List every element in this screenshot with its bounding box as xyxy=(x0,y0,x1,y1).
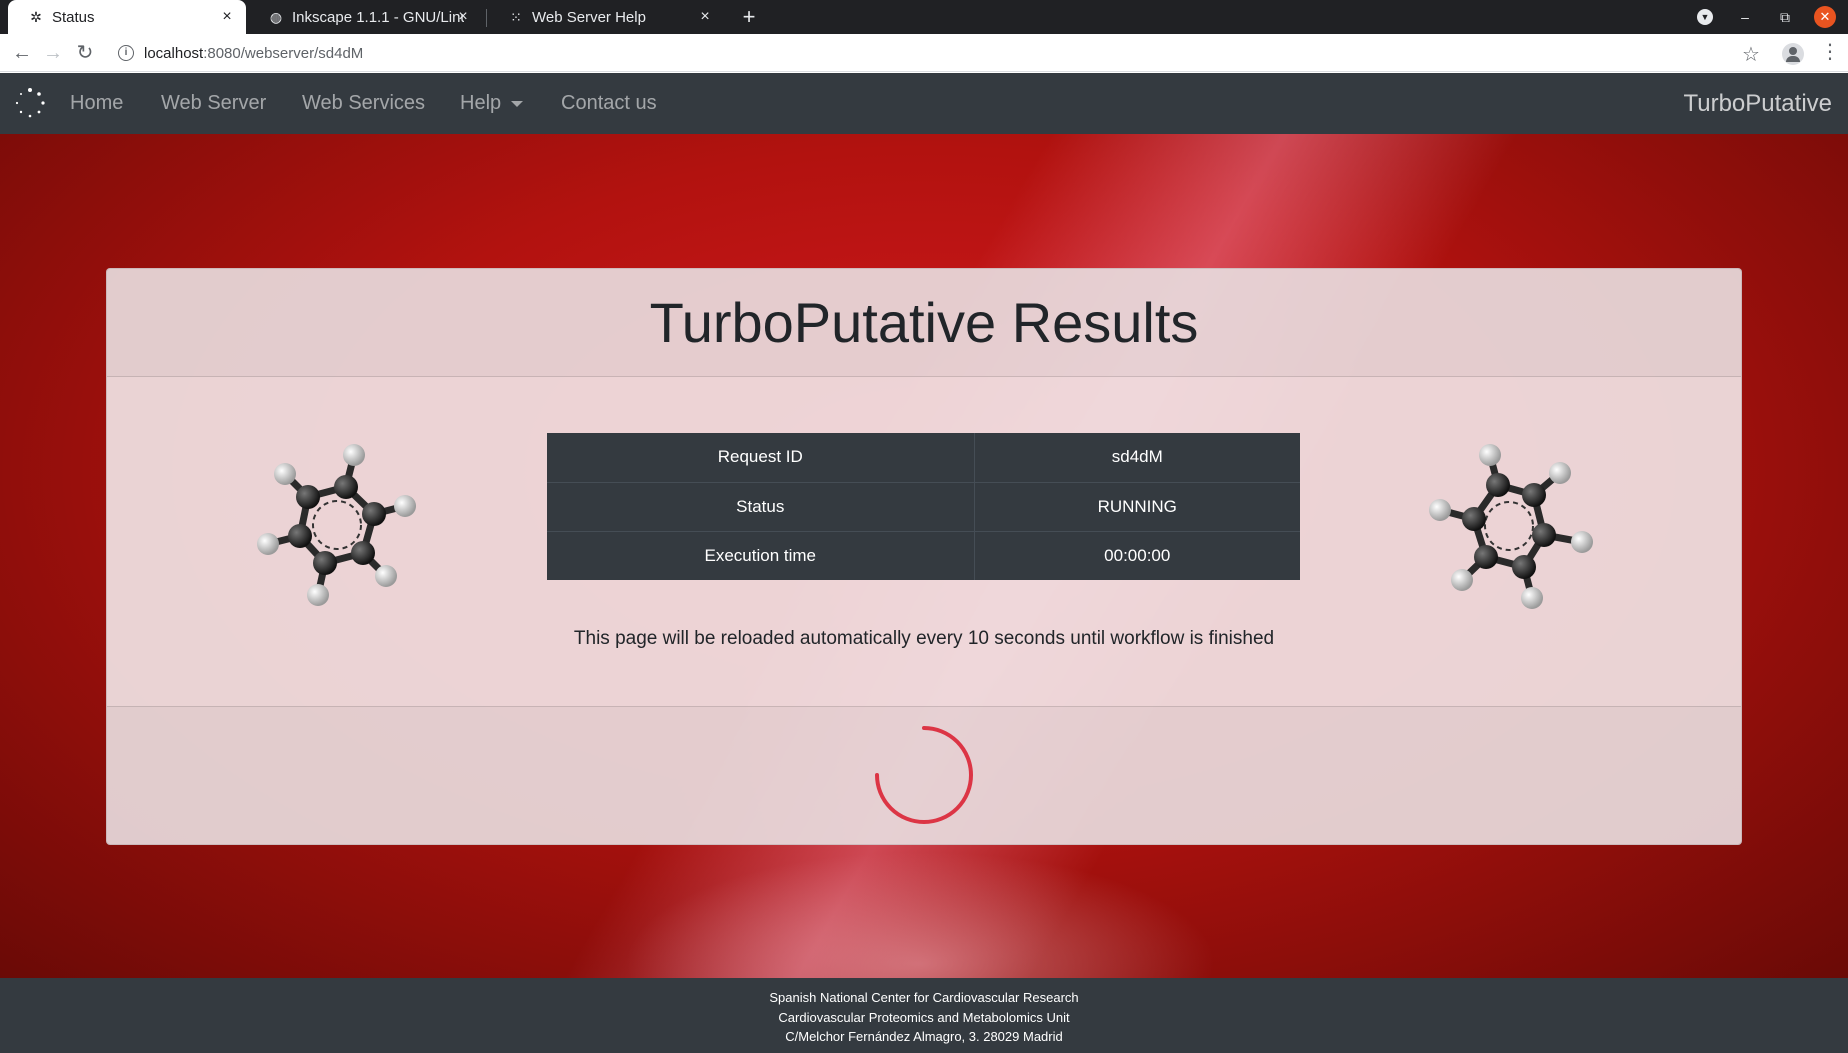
nav-web-server[interactable]: Web Server xyxy=(161,73,266,134)
tab-status[interactable]: ✲ Status × xyxy=(8,0,246,34)
nav-contact-us[interactable]: Contact us xyxy=(561,73,657,134)
tab-inkscape[interactable]: ◍ Inkscape 1.1.1 - GNU/Linu × xyxy=(248,0,482,34)
page-title: TurboPutative Results xyxy=(649,291,1199,354)
loading-spinner-icon xyxy=(875,726,973,824)
minimize-icon[interactable]: – xyxy=(1734,6,1756,28)
restore-icon[interactable]: ⧉ xyxy=(1774,6,1796,28)
dropdown-caret-icon xyxy=(511,100,524,107)
table-row: Status RUNNING xyxy=(547,481,1300,531)
status-table: Request ID sd4dM Status RUNNING Executio… xyxy=(547,433,1300,580)
url-input[interactable]: i localhost:8080/webserver/sd4dM xyxy=(110,40,1740,66)
tab-separator xyxy=(486,9,487,27)
new-tab-button[interactable]: + xyxy=(736,4,762,30)
tab-web-server-help[interactable]: ⁙ Web Server Help × xyxy=(488,0,724,34)
footer-institution: Spanish National Center for Cardiovascul… xyxy=(769,990,1079,1005)
execution-time-value: 00:00:00 xyxy=(974,530,1300,580)
benzene-molecule-icon xyxy=(1429,444,1593,609)
tab-search-icon[interactable]: ▼ xyxy=(1697,9,1713,25)
forward-arrow-icon[interactable]: → xyxy=(41,41,65,65)
bookmark-star-icon[interactable]: ☆ xyxy=(1742,42,1760,67)
nav-home[interactable]: Home xyxy=(70,73,123,134)
close-tab-icon[interactable]: × xyxy=(454,8,472,26)
site-navbar: Home Web Server Web Services Help Contac… xyxy=(0,73,1848,134)
close-tab-icon[interactable]: × xyxy=(218,8,236,26)
request-id-label: Request ID xyxy=(547,433,975,482)
table-row: Request ID sd4dM xyxy=(547,433,1300,482)
status-value: RUNNING xyxy=(974,481,1300,531)
address-bar: ← → ↻ i localhost:8080/webserver/sd4dM ☆… xyxy=(0,34,1848,72)
profile-avatar-icon[interactable] xyxy=(1782,43,1804,65)
turboputative-favicon: ✲ xyxy=(30,8,42,25)
navbar-brand[interactable]: TurboPutative xyxy=(1683,73,1832,134)
turboputative-logo-icon[interactable] xyxy=(14,87,46,119)
reload-icon[interactable]: ↻ xyxy=(73,41,97,65)
close-window-icon[interactable]: ✕ xyxy=(1814,6,1836,28)
close-tab-icon[interactable]: × xyxy=(696,8,714,26)
execution-time-label: Execution time xyxy=(547,530,975,580)
menu-kebab-icon[interactable]: ⋮ xyxy=(1820,42,1840,62)
browser-tab-strip: ✲ Status × ◍ Inkscape 1.1.1 - GNU/Linu ×… xyxy=(0,0,1848,34)
status-label: Status xyxy=(547,481,975,531)
info-icon[interactable]: i xyxy=(118,45,134,61)
github-icon: ◍ xyxy=(269,8,283,25)
table-row: Execution time 00:00:00 xyxy=(547,530,1300,580)
turboputative-favicon: ⁙ xyxy=(510,8,522,25)
request-id-value: sd4dM xyxy=(1111,447,1163,467)
footer-unit: Cardiovascular Proteomics and Metabolomi… xyxy=(778,1009,1070,1025)
benzene-molecule-icon xyxy=(257,444,416,606)
back-arrow-icon[interactable]: ← xyxy=(10,41,34,65)
nav-help-dropdown[interactable]: Help xyxy=(460,73,524,134)
results-card-header: TurboPutative Results xyxy=(107,269,1741,377)
footer-address: C/Melchor Fernández Almagro, 3. 28029 Ma… xyxy=(785,1029,1063,1044)
auto-reload-note: This page will be reloaded automatically… xyxy=(573,628,1275,649)
site-footer: Spanish National Center for Cardiovascul… xyxy=(0,978,1848,1053)
nav-web-services[interactable]: Web Services xyxy=(302,73,425,134)
